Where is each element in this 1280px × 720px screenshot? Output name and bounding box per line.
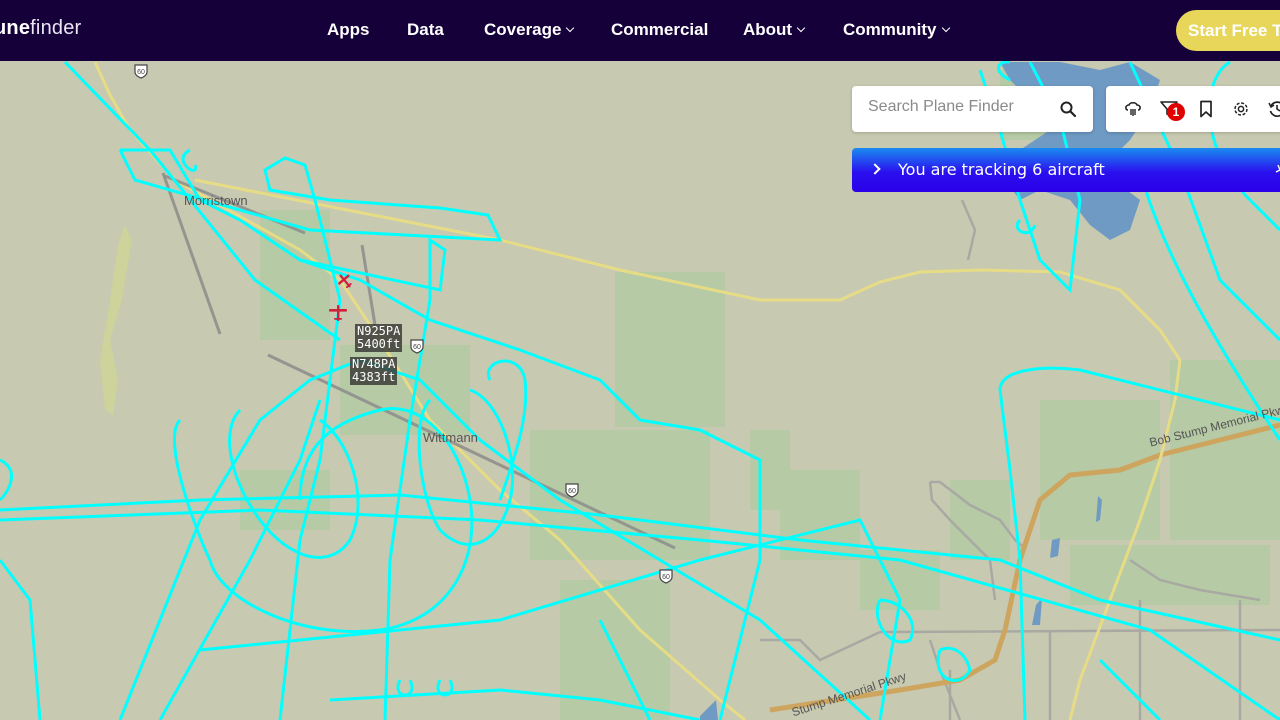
nav-label: Community bbox=[843, 20, 937, 39]
wash-area bbox=[100, 225, 132, 415]
weather-icon[interactable] bbox=[1124, 100, 1142, 118]
tracking-text: You are tracking 6 aircraft bbox=[898, 160, 1105, 179]
search-box bbox=[852, 86, 1093, 132]
nav-data[interactable]: Data bbox=[407, 20, 444, 40]
nav-community[interactable]: Community bbox=[843, 20, 950, 40]
map-toolbar bbox=[1106, 86, 1280, 132]
start-free-trial-button[interactable]: Start Free Trial bbox=[1176, 10, 1280, 51]
nav-commercial[interactable]: Commercial bbox=[611, 20, 708, 40]
aircraft-label[interactable]: N748PA 4383ft bbox=[350, 357, 398, 385]
history-icon[interactable] bbox=[1268, 100, 1280, 118]
nav-label: Commercial bbox=[611, 20, 709, 39]
plane-icon bbox=[1274, 162, 1280, 183]
us-route-60-shield: 60 bbox=[133, 64, 149, 140]
nav-label: Data bbox=[407, 20, 444, 39]
svg-text:60: 60 bbox=[568, 488, 576, 495]
chevron-down-icon bbox=[566, 23, 575, 33]
aircraft-altitude: 5400ft bbox=[357, 337, 401, 351]
chevron-down-icon bbox=[796, 23, 806, 33]
us-route-60-shield: 60 bbox=[409, 339, 425, 415]
planefinder-logo[interactable]: unefinder bbox=[0, 17, 81, 40]
aircraft-label[interactable]: N925PA 5400ft bbox=[355, 324, 403, 352]
tracking-banner[interactable]: You are tracking 6 aircraft bbox=[852, 148, 1280, 192]
svg-text:60: 60 bbox=[413, 344, 421, 351]
search-icon[interactable] bbox=[1060, 101, 1077, 118]
search-input[interactable] bbox=[868, 98, 1048, 116]
nav-apps[interactable]: Apps bbox=[327, 20, 370, 40]
nav-about[interactable]: About bbox=[743, 20, 806, 40]
svg-text:60: 60 bbox=[137, 69, 145, 76]
nav-label: Apps bbox=[327, 20, 370, 39]
logo-bold: ne bbox=[6, 17, 31, 39]
place-label-wittmann: Wittmann bbox=[423, 430, 478, 445]
nav-label: Coverage bbox=[484, 20, 562, 39]
top-navigation-bar: unefinder Apps Data Coverage Commercial … bbox=[0, 0, 1280, 61]
logo-light: finder bbox=[30, 17, 82, 39]
aircraft-altitude: 4383ft bbox=[352, 370, 396, 384]
bookmark-icon[interactable] bbox=[1197, 100, 1215, 118]
chevron-down-icon bbox=[941, 23, 950, 33]
filter-count-badge: 1 bbox=[1167, 103, 1185, 121]
nav-coverage[interactable]: Coverage bbox=[484, 20, 575, 40]
settings-icon[interactable] bbox=[1232, 100, 1250, 118]
nav-label: About bbox=[743, 20, 793, 39]
place-label-morristown: Morristown bbox=[184, 193, 248, 208]
us-route-60-shield: 60 bbox=[658, 569, 674, 645]
us-route-60-shield: 60 bbox=[564, 483, 580, 559]
chevron-right-icon bbox=[869, 163, 881, 175]
svg-text:60: 60 bbox=[662, 574, 670, 581]
